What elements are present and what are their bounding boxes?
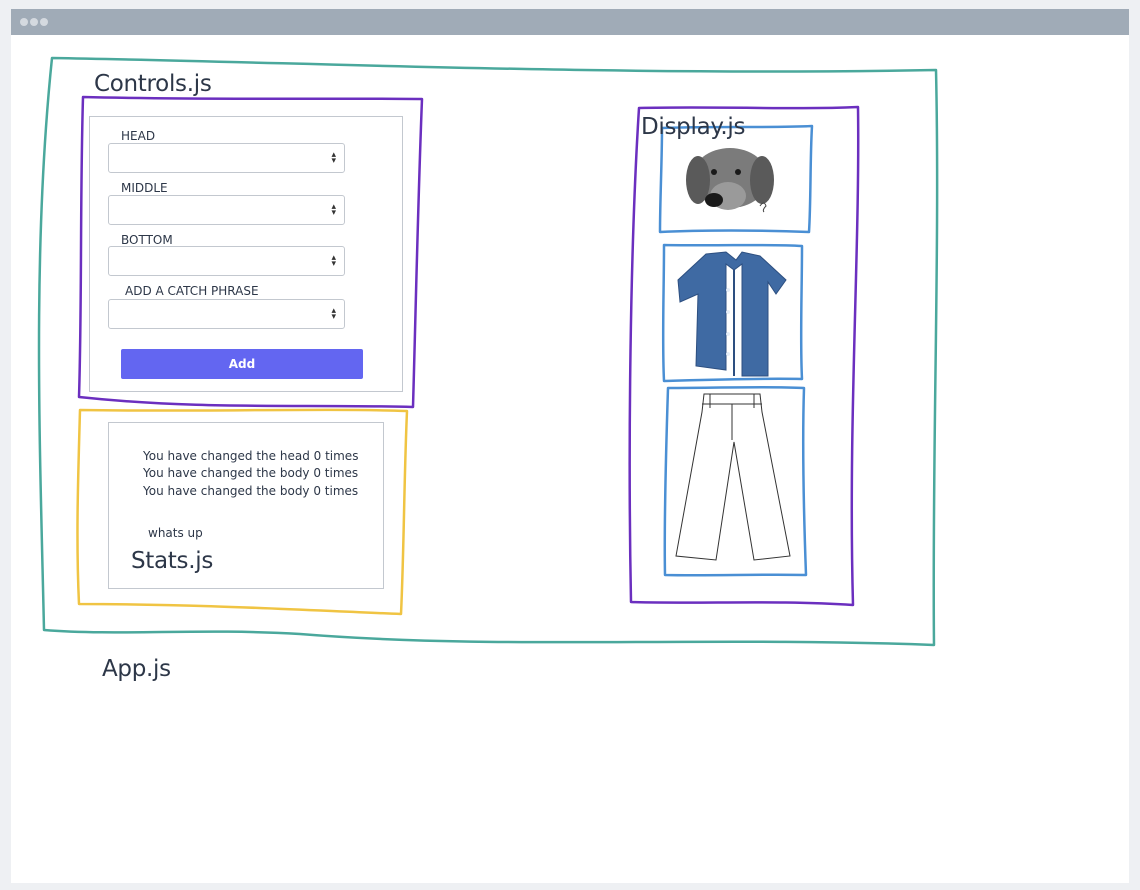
select-caret-icon: ▴ ▾ — [331, 150, 336, 166]
wireframe-canvas: HEAD ▴ ▾ MIDDLE ▴ ▾ BOTTOM ▴ ▾ ADD A CATCH … — [0, 0, 1140, 890]
stat-body-count: You have changed the body 0 times — [143, 466, 359, 480]
catch-phrase-select[interactable]: ▴ ▾ — [108, 299, 345, 329]
stat-head-count: You have changed the head 0 times — [143, 449, 359, 463]
select-caret-icon: ▴ ▾ — [331, 202, 336, 218]
white-pants-icon — [675, 393, 791, 561]
catch-phrase-text: whats up — [148, 526, 203, 540]
stat-legs-count: You have changed the body 0 times — [143, 484, 359, 498]
bottom-label: BOTTOM — [121, 233, 173, 247]
display-js-label: Display.js — [641, 114, 746, 140]
blue-shirt-icon — [677, 251, 787, 377]
dog-head-icon — [686, 148, 774, 213]
head-select[interactable]: ▴ ▾ — [108, 143, 345, 173]
middle-label: MIDDLE — [121, 181, 168, 195]
head-label: HEAD — [121, 129, 156, 143]
app-js-label: App.js — [102, 656, 171, 682]
controls-js-label: Controls.js — [94, 71, 212, 97]
add-button[interactable]: Add — [121, 349, 363, 379]
stats-js-label: Stats.js — [131, 548, 213, 574]
catch-phrase-label: ADD A CATCH PHRASE — [125, 284, 259, 298]
bottom-select[interactable]: ▴ ▾ — [108, 246, 345, 276]
select-caret-icon: ▴ ▾ — [331, 253, 336, 269]
middle-select[interactable]: ▴ ▾ — [108, 195, 345, 225]
select-caret-icon: ▴ ▾ — [331, 306, 336, 322]
